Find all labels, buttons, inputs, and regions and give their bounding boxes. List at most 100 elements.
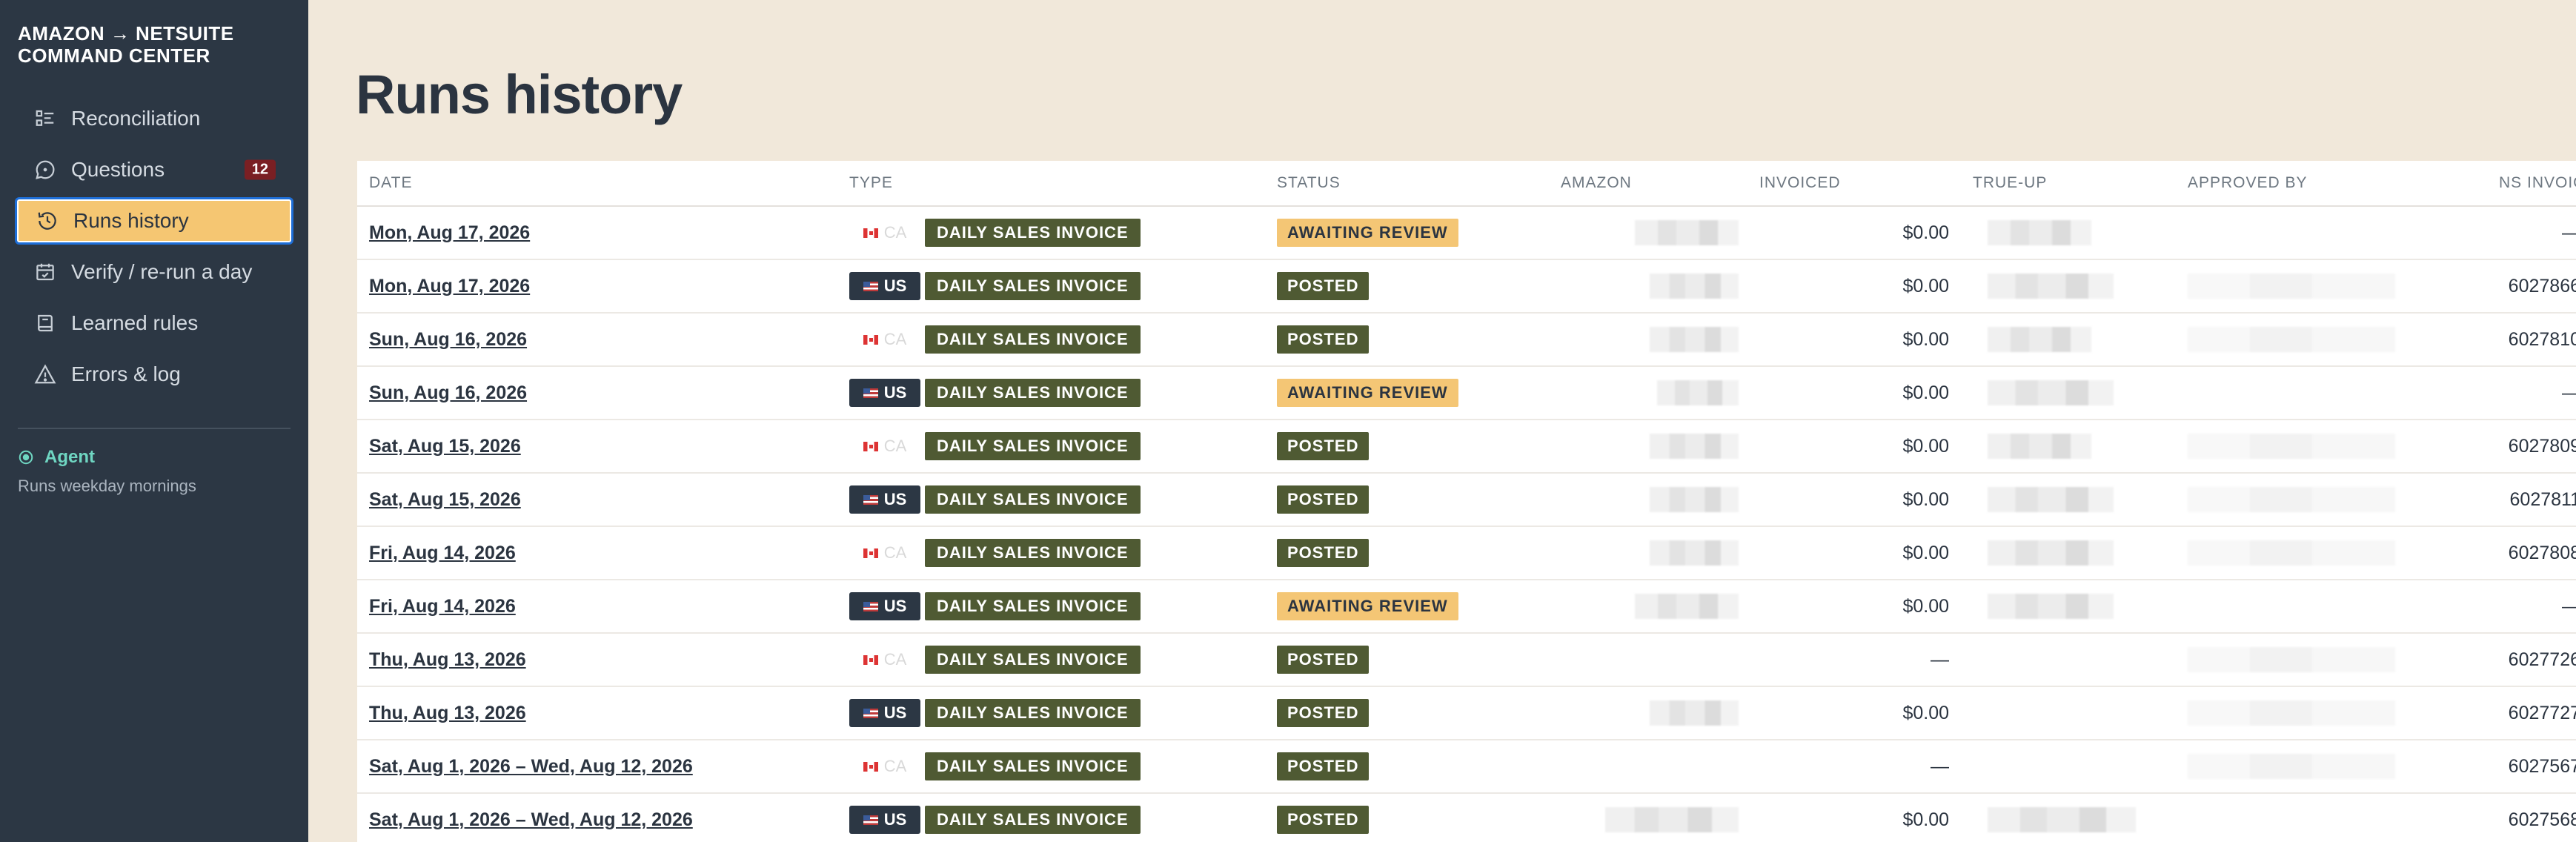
region-badge: US: [849, 485, 920, 514]
table-row[interactable]: Thu, Aug 13, 2026 US DAILY SALES INVOICE …: [357, 686, 2576, 740]
run-date-link[interactable]: Sun, Aug 16, 2026: [369, 329, 527, 350]
invoiced-value: —: [1931, 755, 1949, 777]
column-header-invoiced[interactable]: INVOICED: [1747, 161, 1961, 207]
table-row[interactable]: Sat, Aug 1, 2026 – Wed, Aug 12, 2026 US D…: [357, 793, 2576, 842]
table-row[interactable]: Mon, Aug 17, 2026 US DAILY SALES INVOICE …: [357, 259, 2576, 314]
redacted-amazon-value: [1650, 540, 1739, 566]
column-header-status[interactable]: STATUS: [1265, 161, 1549, 207]
table-row[interactable]: Sat, Aug 15, 2026 CA DAILY SALES INVOICE …: [357, 420, 2576, 474]
status-badge: POSTED: [1277, 646, 1370, 674]
table-row[interactable]: Thu, Aug 13, 2026 CA DAILY SALES INVOICE …: [357, 633, 2576, 687]
status-circle-icon: [18, 449, 34, 465]
region-badge: US: [849, 592, 920, 620]
redacted-approved-by: [2188, 700, 2395, 726]
column-header-amazon[interactable]: AMAZON: [1549, 161, 1747, 207]
run-date-link[interactable]: Sat, Aug 15, 2026: [369, 436, 521, 457]
table-row[interactable]: Sun, Aug 16, 2026 US DAILY SALES INVOICE …: [357, 366, 2576, 420]
region-badge: US: [849, 699, 920, 727]
column-header-type[interactable]: TYPE: [837, 161, 1265, 207]
questions-count-badge: 12: [244, 159, 276, 180]
status-badge: POSTED: [1277, 539, 1370, 567]
table-row[interactable]: Sun, Aug 16, 2026 CA DAILY SALES INVOICE …: [357, 313, 2576, 367]
run-date-link[interactable]: Sun, Aug 16, 2026: [369, 382, 527, 403]
run-date-link[interactable]: Sat, Aug 15, 2026: [369, 489, 521, 510]
table-row[interactable]: Fri, Aug 14, 2026 US DAILY SALES INVOICE …: [357, 580, 2576, 634]
run-date-link[interactable]: Mon, Aug 17, 2026: [369, 222, 530, 243]
run-date-link[interactable]: Mon, Aug 17, 2026: [369, 276, 530, 296]
redacted-approved-by: [2188, 540, 2395, 566]
sidebar-item-runs-history[interactable]: Runs history: [15, 197, 293, 245]
flag-icon: [863, 601, 878, 611]
invoiced-value: $0.00: [1902, 542, 1949, 563]
redacted-true-up-value: [1988, 380, 2114, 405]
redacted-amazon-value: [1650, 487, 1739, 512]
redacted-amazon-value: [1657, 380, 1739, 405]
status-badge: AWAITING REVIEW: [1277, 592, 1458, 620]
invoiced-value: —: [1931, 649, 1949, 670]
sidebar-item-verify[interactable]: Verify / re-run a day: [15, 248, 293, 296]
run-date-link[interactable]: Thu, Aug 13, 2026: [369, 649, 526, 670]
flag-icon: [863, 761, 878, 772]
ns-invoice-value: 6027567: [2508, 755, 2576, 777]
sidebar-item-learned-rules[interactable]: Learned rules: [15, 299, 293, 347]
type-badge: DAILY SALES INVOICE: [925, 379, 1141, 407]
type-badge: DAILY SALES INVOICE: [925, 219, 1141, 247]
column-header-approved-by[interactable]: APPROVED BY: [2176, 161, 2487, 207]
table-row[interactable]: Mon, Aug 17, 2026 CA DAILY SALES INVOICE …: [357, 206, 2576, 260]
flag-icon: [863, 228, 878, 238]
calendar-check-icon: [34, 261, 56, 283]
flag-icon: [863, 494, 878, 505]
redacted-approved-by: [2188, 647, 2395, 672]
agent-title: Agent: [44, 447, 95, 467]
run-date-link[interactable]: Fri, Aug 14, 2026: [369, 596, 516, 617]
run-date-link[interactable]: Thu, Aug 13, 2026: [369, 703, 526, 723]
sidebar-item-label: Runs history: [73, 209, 189, 232]
status-badge: POSTED: [1277, 272, 1370, 300]
page-title: Runs history: [356, 64, 683, 125]
sidebar-item-reconciliation[interactable]: Reconciliation: [15, 95, 293, 142]
book-icon: [34, 312, 56, 334]
ns-invoice-value: 6027809: [2508, 435, 2576, 457]
history-clock-icon: [36, 210, 59, 232]
invoiced-value: $0.00: [1902, 328, 1949, 350]
table-row[interactable]: Fri, Aug 14, 2026 CA DAILY SALES INVOICE …: [357, 526, 2576, 580]
ns-invoice-value: 6027811: [2509, 488, 2576, 510]
type-badge: DAILY SALES INVOICE: [925, 752, 1141, 780]
invoiced-value: $0.00: [1902, 488, 1949, 510]
list-check-icon: [34, 107, 56, 130]
invoiced-value: $0.00: [1902, 595, 1949, 617]
region-badge: CA: [849, 752, 920, 780]
status-badge: POSTED: [1277, 699, 1370, 727]
redacted-amazon-value: [1650, 700, 1739, 726]
ns-invoice-value: 6027810: [2508, 328, 2576, 350]
status-badge: POSTED: [1277, 432, 1370, 460]
redacted-true-up-value: [1988, 487, 2114, 512]
invoiced-value: $0.00: [1902, 809, 1949, 830]
sidebar: AMAZON → NETSUITE COMMAND CENTER Reconci…: [0, 0, 308, 842]
brand-line-1: AMAZON → NETSUITE: [18, 22, 234, 44]
column-header-date[interactable]: DATE: [357, 161, 837, 207]
type-badge: DAILY SALES INVOICE: [925, 432, 1141, 460]
column-header-true-up[interactable]: TRUE-UP: [1961, 161, 2176, 207]
sidebar-item-label: Learned rules: [71, 311, 199, 334]
sidebar-item-questions[interactable]: Questions 12: [15, 146, 293, 193]
sidebar-item-errors-log[interactable]: Errors & log: [15, 351, 293, 398]
type-badge: DAILY SALES INVOICE: [925, 539, 1141, 567]
run-date-link[interactable]: Fri, Aug 14, 2026: [369, 543, 516, 563]
table-row[interactable]: Sat, Aug 1, 2026 – Wed, Aug 12, 2026 CA D…: [357, 740, 2576, 794]
invoiced-value: $0.00: [1902, 275, 1949, 296]
app-brand: AMAZON → NETSUITE COMMAND CENTER: [18, 22, 234, 67]
table-row[interactable]: Sat, Aug 15, 2026 US DAILY SALES INVOICE …: [357, 473, 2576, 527]
region-badge: US: [849, 379, 920, 407]
flag-icon: [863, 708, 878, 718]
status-badge: POSTED: [1277, 752, 1370, 780]
run-date-link[interactable]: Sat, Aug 1, 2026 – Wed, Aug 12, 2026: [369, 809, 693, 830]
region-badge: US: [849, 806, 920, 834]
ns-invoice-value: —: [2562, 382, 2576, 403]
redacted-amazon-value: [1650, 327, 1739, 352]
redacted-true-up-value: [1988, 594, 2114, 619]
redacted-approved-by: [2188, 434, 2395, 459]
run-date-link[interactable]: Sat, Aug 1, 2026 – Wed, Aug 12, 2026: [369, 756, 693, 777]
column-header-ns-invoice[interactable]: NS INVOICE: [2487, 161, 2576, 207]
chat-bubble-icon: [34, 159, 56, 181]
